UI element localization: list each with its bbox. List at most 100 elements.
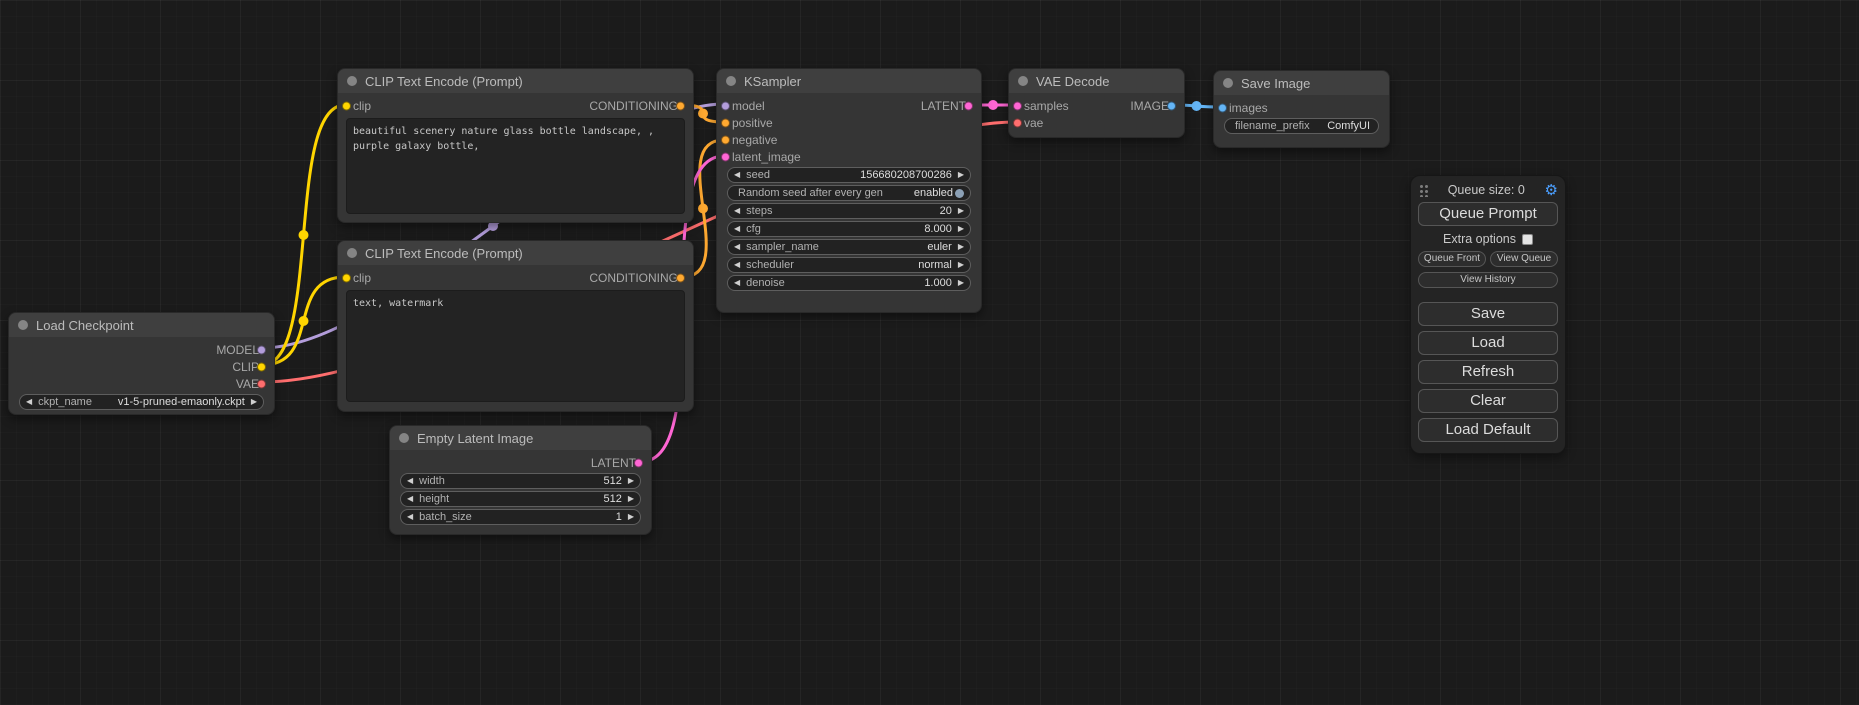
node-load-checkpoint[interactable]: Load Checkpoint MODEL CLIP VAE ◀ ckpt_na… xyxy=(8,312,275,415)
image-output-port[interactable] xyxy=(1167,101,1176,110)
widget-value: 512 xyxy=(603,493,621,505)
clip-input-port[interactable] xyxy=(342,101,351,110)
node-save-image[interactable]: Save Image images filename_prefix ComfyU… xyxy=(1213,70,1390,148)
node-title-bar[interactable]: KSampler xyxy=(717,69,981,93)
spacer xyxy=(1418,288,1558,297)
port-row: clip CONDITIONING xyxy=(338,269,693,286)
positive-input-port[interactable] xyxy=(721,118,730,127)
widget-filename-prefix[interactable]: filename_prefix ComfyUI xyxy=(1224,118,1379,134)
increment-arrow-icon[interactable]: ▶ xyxy=(958,261,964,269)
negative-prompt-textarea[interactable]: text, watermark xyxy=(346,290,685,402)
latent-image-input-port[interactable] xyxy=(721,152,730,161)
widget-steps[interactable]: ◀ steps 20 ▶ xyxy=(727,203,971,219)
images-input-port[interactable] xyxy=(1218,103,1227,112)
collapse-toggle-icon[interactable] xyxy=(726,76,736,86)
vae-output-port[interactable] xyxy=(257,379,266,388)
vae-input-port[interactable] xyxy=(1013,118,1022,127)
widget-random-seed[interactable]: Random seed after every gen enabled xyxy=(727,185,971,201)
queue-front-button[interactable]: Queue Front xyxy=(1418,251,1486,267)
latent-output-port[interactable] xyxy=(964,101,973,110)
collapse-toggle-icon[interactable] xyxy=(347,248,357,258)
increment-arrow-icon[interactable]: ▶ xyxy=(958,207,964,215)
clip-input-port[interactable] xyxy=(342,273,351,282)
node-clip-text-encode-negative[interactable]: CLIP Text Encode (Prompt) clip CONDITION… xyxy=(337,240,694,412)
clip-output-port[interactable] xyxy=(257,362,266,371)
decrement-arrow-icon[interactable]: ◀ xyxy=(407,477,413,485)
conditioning-output-port[interactable] xyxy=(676,273,685,282)
widget-label: seed xyxy=(746,169,770,181)
node-title-bar[interactable]: CLIP Text Encode (Prompt) xyxy=(338,241,693,265)
decrement-arrow-icon[interactable]: ◀ xyxy=(407,513,413,521)
widget-batch-size[interactable]: ◀ batch_size 1 ▶ xyxy=(400,509,641,525)
model-output-port[interactable] xyxy=(257,345,266,354)
node-vae-decode[interactable]: VAE Decode samples IMAGE vae xyxy=(1008,68,1185,138)
port-label: latent_image xyxy=(732,150,801,164)
settings-gear-icon[interactable]: ⚙ xyxy=(1545,183,1558,198)
decrement-arrow-icon[interactable]: ◀ xyxy=(734,243,740,251)
load-button[interactable]: Load xyxy=(1418,331,1558,355)
extra-options-checkbox[interactable] xyxy=(1522,234,1533,245)
increment-arrow-icon[interactable]: ▶ xyxy=(958,225,964,233)
widget-sampler-name[interactable]: ◀ sampler_name euler ▶ xyxy=(727,239,971,255)
increment-arrow-icon[interactable]: ▶ xyxy=(628,477,634,485)
decrement-arrow-icon[interactable]: ◀ xyxy=(26,398,32,406)
increment-arrow-icon[interactable]: ▶ xyxy=(251,398,257,406)
clear-button[interactable]: Clear xyxy=(1418,389,1558,413)
node-title-bar[interactable]: CLIP Text Encode (Prompt) xyxy=(338,69,693,93)
widget-seed[interactable]: ◀ seed 156680208700286 ▶ xyxy=(727,167,971,183)
decrement-arrow-icon[interactable]: ◀ xyxy=(734,225,740,233)
node-title-bar[interactable]: Save Image xyxy=(1214,71,1389,95)
increment-arrow-icon[interactable]: ▶ xyxy=(958,243,964,251)
link-midpoint-dot[interactable] xyxy=(698,109,708,119)
latent-output-port[interactable] xyxy=(634,458,643,467)
collapse-toggle-icon[interactable] xyxy=(1223,78,1233,88)
increment-arrow-icon[interactable]: ▶ xyxy=(958,279,964,287)
node-title-bar[interactable]: VAE Decode xyxy=(1009,69,1184,93)
widget-height[interactable]: ◀ height 512 ▶ xyxy=(400,491,641,507)
link-midpoint-dot[interactable] xyxy=(698,204,708,214)
widget-ckpt-name[interactable]: ◀ ckpt_name v1-5-pruned-emaonly.ckpt ▶ xyxy=(19,394,264,410)
decrement-arrow-icon[interactable]: ◀ xyxy=(407,495,413,503)
view-history-button[interactable]: View History xyxy=(1418,272,1558,288)
increment-arrow-icon[interactable]: ▶ xyxy=(628,495,634,503)
toggle-indicator-icon[interactable] xyxy=(955,189,964,198)
link-midpoint-dot[interactable] xyxy=(299,230,309,240)
widget-cfg[interactable]: ◀ cfg 8.000 ▶ xyxy=(727,221,971,237)
decrement-arrow-icon[interactable]: ◀ xyxy=(734,171,740,179)
node-ksampler[interactable]: KSampler model LATENT positive negative … xyxy=(716,68,982,313)
drag-handle-icon[interactable] xyxy=(1419,184,1428,197)
decrement-arrow-icon[interactable]: ◀ xyxy=(734,261,740,269)
collapse-toggle-icon[interactable] xyxy=(18,320,28,330)
decrement-arrow-icon[interactable]: ◀ xyxy=(734,207,740,215)
increment-arrow-icon[interactable]: ▶ xyxy=(958,171,964,179)
samples-input-port[interactable] xyxy=(1013,101,1022,110)
widget-value: normal xyxy=(918,259,952,271)
link-midpoint-dot[interactable] xyxy=(299,316,309,326)
increment-arrow-icon[interactable]: ▶ xyxy=(628,513,634,521)
link-midpoint-dot[interactable] xyxy=(988,100,998,110)
link-midpoint-dot[interactable] xyxy=(1192,101,1202,111)
decrement-arrow-icon[interactable]: ◀ xyxy=(734,279,740,287)
node-title-bar[interactable]: Empty Latent Image xyxy=(390,426,651,450)
widget-value: 512 xyxy=(603,475,621,487)
widget-scheduler[interactable]: ◀ scheduler normal ▶ xyxy=(727,257,971,273)
load-default-button[interactable]: Load Default xyxy=(1418,418,1558,442)
model-input-port[interactable] xyxy=(721,101,730,110)
node-title-bar[interactable]: Load Checkpoint xyxy=(9,313,274,337)
refresh-button[interactable]: Refresh xyxy=(1418,360,1558,384)
view-queue-button[interactable]: View Queue xyxy=(1490,251,1558,267)
widget-width[interactable]: ◀ width 512 ▶ xyxy=(400,473,641,489)
collapse-toggle-icon[interactable] xyxy=(399,433,409,443)
collapse-toggle-icon[interactable] xyxy=(347,76,357,86)
collapse-toggle-icon[interactable] xyxy=(1018,76,1028,86)
queue-prompt-button[interactable]: Queue Prompt xyxy=(1418,202,1558,226)
positive-prompt-textarea[interactable]: beautiful scenery nature glass bottle la… xyxy=(346,118,685,214)
node-graph-canvas[interactable]: Load Checkpoint MODEL CLIP VAE ◀ ckpt_na… xyxy=(0,0,1859,705)
port-row: MODEL xyxy=(9,341,274,358)
widget-denoise[interactable]: ◀ denoise 1.000 ▶ xyxy=(727,275,971,291)
negative-input-port[interactable] xyxy=(721,135,730,144)
conditioning-output-port[interactable] xyxy=(676,101,685,110)
node-clip-text-encode-positive[interactable]: CLIP Text Encode (Prompt) clip CONDITION… xyxy=(337,68,694,223)
save-button[interactable]: Save xyxy=(1418,302,1558,326)
node-empty-latent-image[interactable]: Empty Latent Image LATENT ◀ width 512 ▶ … xyxy=(389,425,652,535)
